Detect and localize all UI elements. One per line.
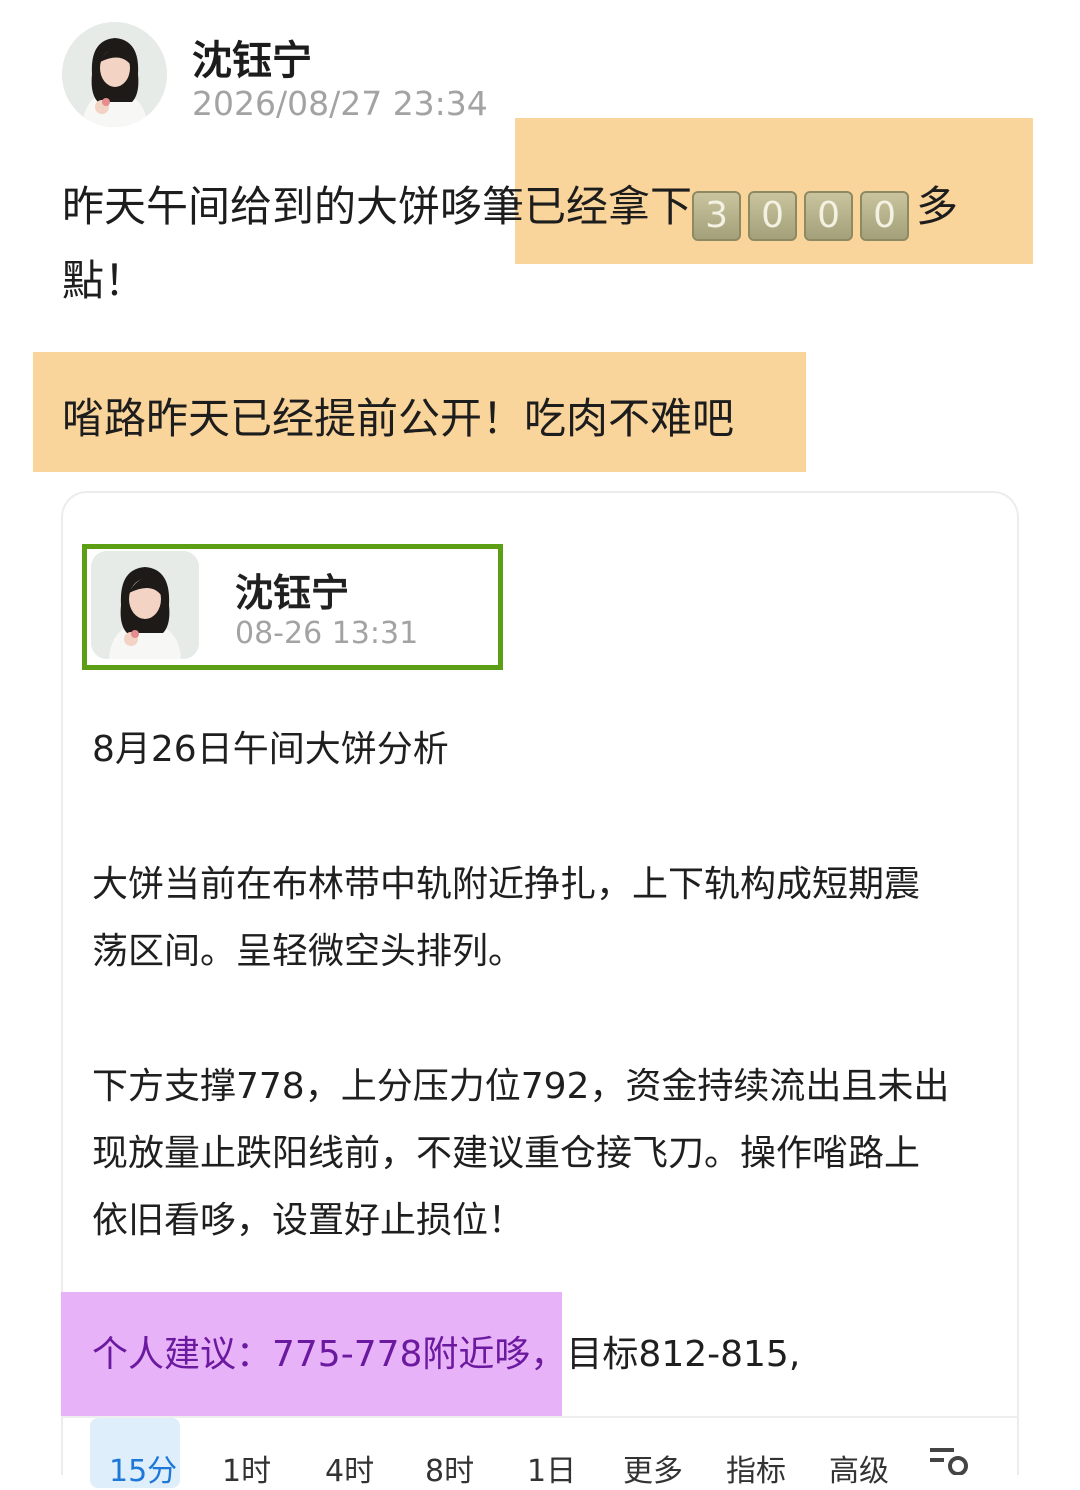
post-line-2: 點！	[62, 256, 147, 305]
quoted-author-name[interactable]: 沈钰宁	[235, 562, 349, 617]
post-text-highlight: 筆已经拿下	[482, 182, 693, 231]
post-highlight-line: 㗂路昨天已经提前公开！吃肉不难吧	[62, 394, 735, 443]
keycap-digit: 0	[804, 191, 854, 241]
tab-advanced[interactable]: 高级	[829, 1446, 889, 1490]
advice-line: 个人建议：775-778附近哆，目标812-815,	[92, 1325, 800, 1377]
settings-menu-icon[interactable]	[928, 1446, 970, 1475]
quoted-post-timestamp: 08-26 13:31	[235, 616, 419, 651]
quoted-paragraph-line: 下方支撑778，上分压力位792，资金持续流出且未出	[92, 1066, 950, 1107]
tab-1h[interactable]: 1时	[222, 1446, 271, 1490]
post-line-1: 昨天午间给到的大饼哆筆已经拿下 3 0 0 0 多	[62, 173, 958, 241]
author-avatar[interactable]	[62, 22, 167, 127]
advice-highlight-text: 个人建议：775-778附近哆，	[92, 1334, 567, 1375]
quoted-paragraph-line: 现放量止跌阳线前，不建议重仓接飞刀。操作㗂路上	[92, 1133, 921, 1174]
quoted-paragraph-line: 大饼当前在布林带中轨附近挣扎，上下轨构成短期震	[92, 864, 921, 905]
tab-more[interactable]: 更多	[623, 1446, 683, 1490]
tab-1d[interactable]: 1日	[527, 1446, 576, 1490]
tab-indicators[interactable]: 指标	[726, 1446, 786, 1490]
author-name[interactable]: 沈钰宁	[192, 28, 312, 86]
post-text: 昨天午间给到的大饼哆	[62, 182, 483, 231]
tab-15min[interactable]: 15分	[109, 1446, 177, 1490]
keycap-digit: 0	[860, 191, 910, 241]
quoted-paragraph-line: 依旧看哆，设置好止损位！	[92, 1200, 525, 1241]
tab-4h[interactable]: 4时	[325, 1446, 374, 1490]
tab-8h[interactable]: 8时	[425, 1446, 474, 1490]
keycap-digit: 3	[692, 191, 742, 241]
quoted-paragraph-line: 荡区间。呈轻微空头排列。	[92, 931, 525, 972]
advice-target-text: 目标812-815,	[566, 1334, 801, 1375]
post-text-end: 多	[916, 182, 959, 231]
post-timestamp: 2026/08/27 23:34	[192, 84, 488, 123]
quoted-post-title: 8月26日午间大饼分析	[92, 729, 449, 770]
keycap-digit: 0	[748, 191, 798, 241]
